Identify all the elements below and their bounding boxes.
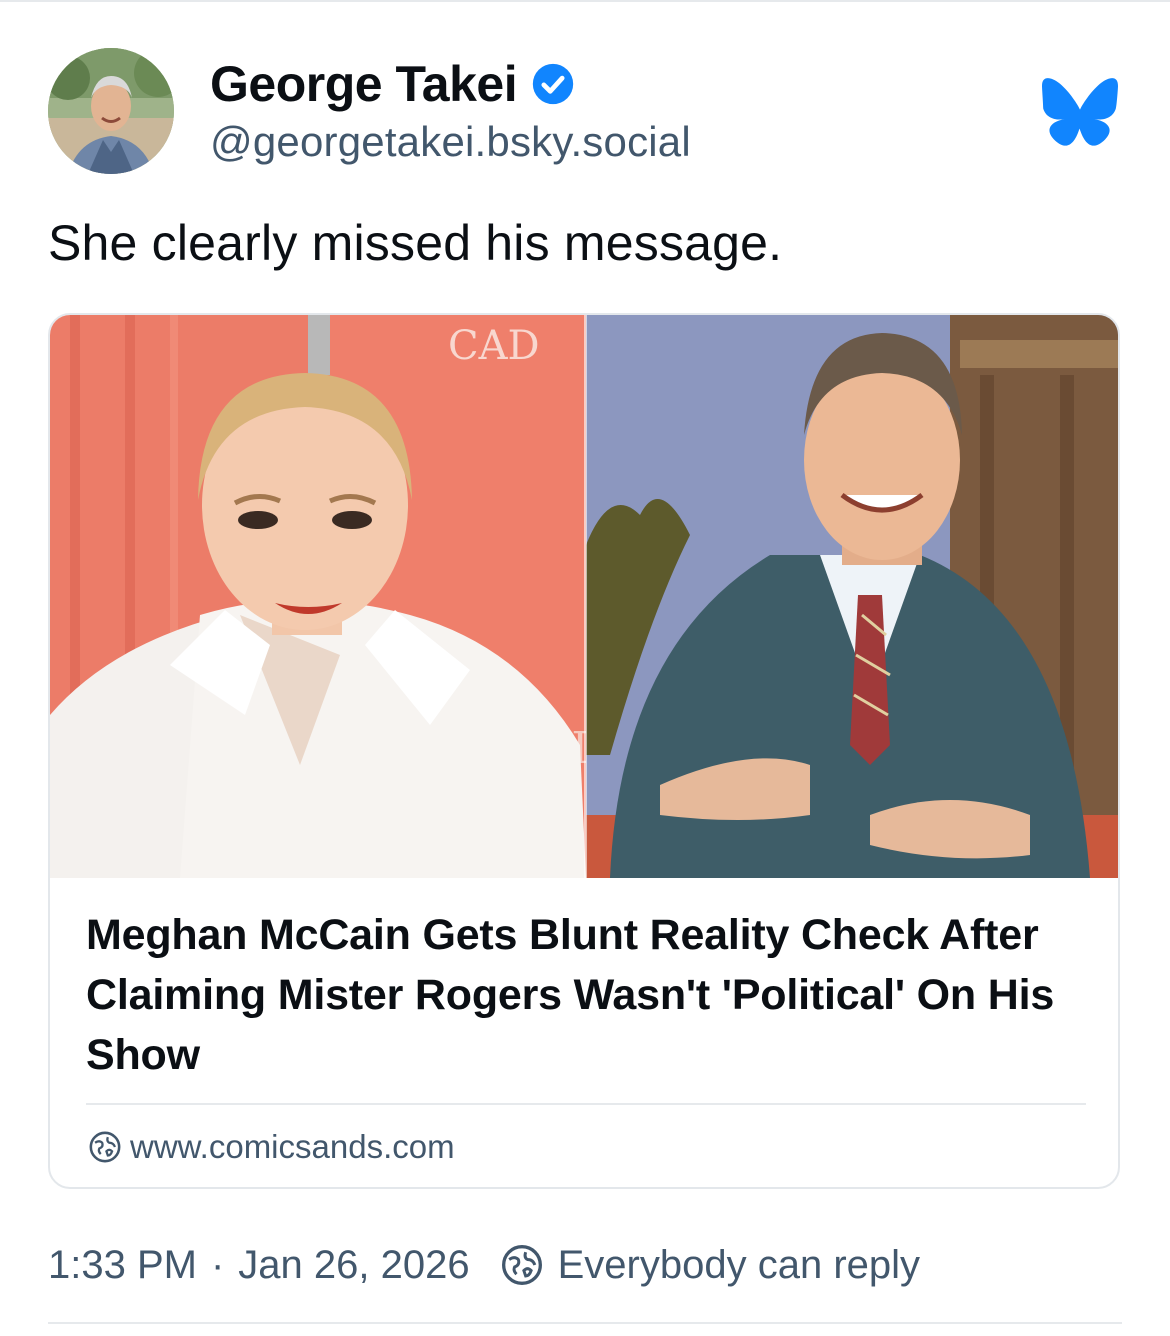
globe-icon — [89, 1131, 121, 1163]
author-name-row[interactable]: George Takei — [210, 52, 575, 116]
card-thumbnail: CAD TI — [50, 315, 1118, 878]
author-display-name[interactable]: George Takei — [210, 55, 518, 113]
author-handle[interactable]: @georgetakei.bsky.social — [210, 118, 691, 166]
bluesky-butterfly-icon[interactable] — [1042, 78, 1118, 146]
link-card-domain-row[interactable]: www.comicsands.com — [88, 1123, 455, 1171]
link-card-image[interactable]: CAD TI — [50, 315, 1118, 878]
meta-separator: · — [210, 1242, 225, 1287]
post-time: 1:33 PM — [48, 1242, 197, 1287]
post-text: She clearly missed his message. — [48, 215, 783, 271]
post-date: Jan 26, 2026 — [238, 1242, 470, 1287]
link-card-divider — [86, 1103, 1086, 1105]
verified-badge-icon — [532, 63, 574, 105]
link-card[interactable]: CAD TI — [48, 313, 1120, 1189]
backdrop-sign-text: CAD — [448, 323, 540, 369]
post-meta-row: 1:33 PM · Jan 26, 2026 Everybody can rep… — [48, 1236, 920, 1294]
avatar-image — [48, 48, 174, 174]
reply-settings-globe-icon[interactable] — [500, 1243, 544, 1287]
avatar[interactable] — [48, 48, 174, 174]
bottom-divider — [48, 1322, 1122, 1324]
top-divider — [0, 0, 1170, 2]
link-card-domain: www.comicsands.com — [130, 1128, 455, 1165]
reply-setting-label[interactable]: Everybody can reply — [558, 1243, 920, 1288]
link-card-title[interactable]: Meghan McCain Gets Blunt Reality Check A… — [86, 905, 1086, 1085]
